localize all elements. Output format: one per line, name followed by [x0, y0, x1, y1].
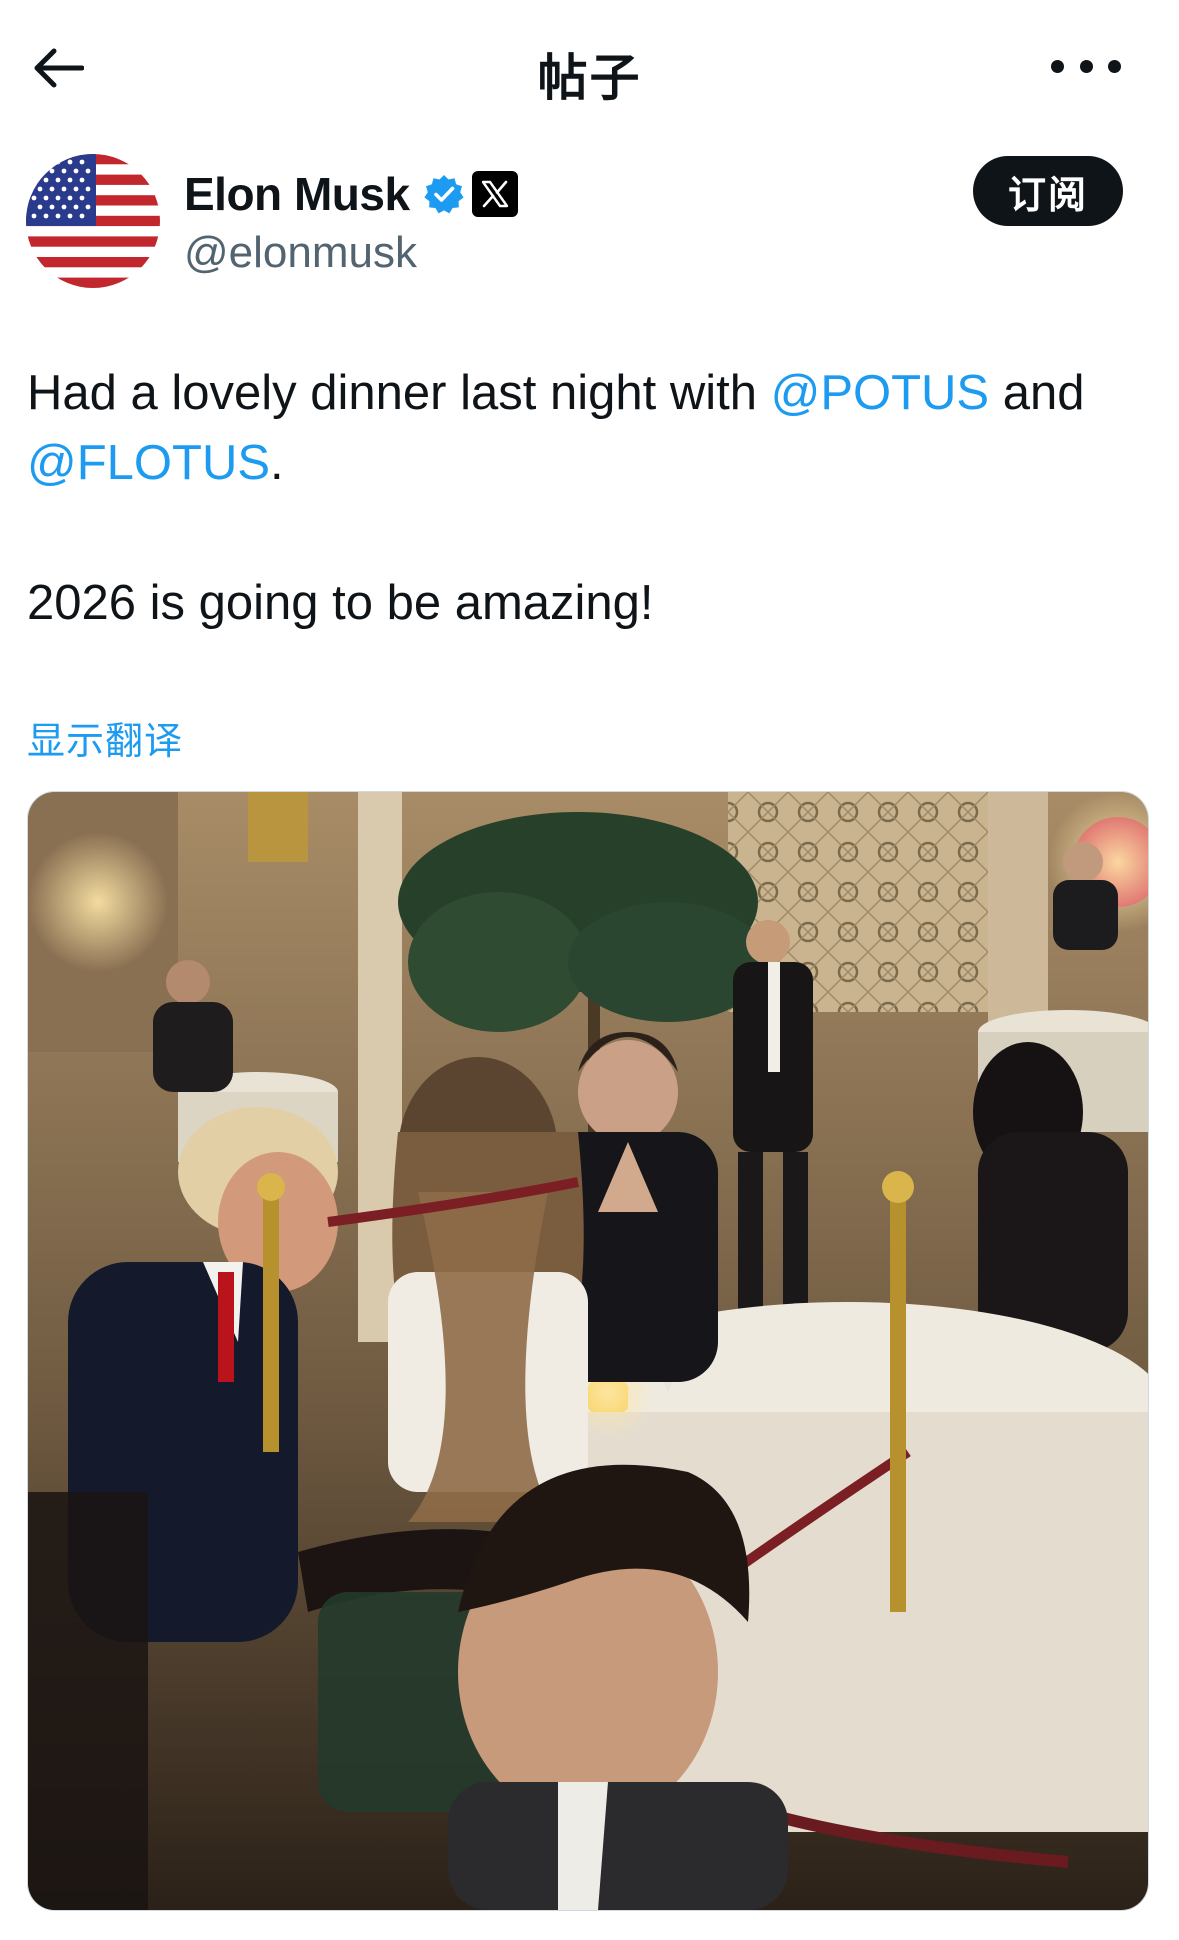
post-text: Had a lovely dinner last night with @POT…: [27, 358, 1147, 638]
post-line-3: 2026 is going to be amazing!: [27, 576, 654, 630]
subscribe-button[interactable]: 订阅: [973, 156, 1123, 226]
name-line: Elon Musk: [184, 164, 518, 224]
dinner-photo: [28, 792, 1148, 1910]
us-flag-avatar: [26, 154, 160, 288]
top-navigation-bar: 帖子: [0, 0, 1179, 130]
display-name[interactable]: Elon Musk: [184, 167, 410, 221]
avatar[interactable]: [26, 154, 160, 288]
verified-badge-icon[interactable]: [423, 174, 464, 214]
more-horizontal-icon: [1051, 59, 1064, 73]
more-options-button[interactable]: [1051, 44, 1121, 88]
post-photo[interactable]: [27, 791, 1149, 1911]
mention-potus[interactable]: @POTUS: [771, 366, 990, 420]
page-title: 帖子: [537, 49, 642, 107]
user-handle[interactable]: @elonmusk: [184, 228, 417, 278]
mention-flotus[interactable]: @FLOTUS: [27, 436, 270, 490]
post-line-1: Had a lovely dinner last night with @POT…: [27, 366, 1085, 420]
x-logo-icon[interactable]: [471, 171, 518, 217]
show-translation-link[interactable]: 显示翻译: [27, 710, 183, 765]
post-line-2: @FLOTUS.: [27, 436, 284, 490]
post-author: Elon Musk @elonmusk 订阅: [0, 150, 1179, 290]
